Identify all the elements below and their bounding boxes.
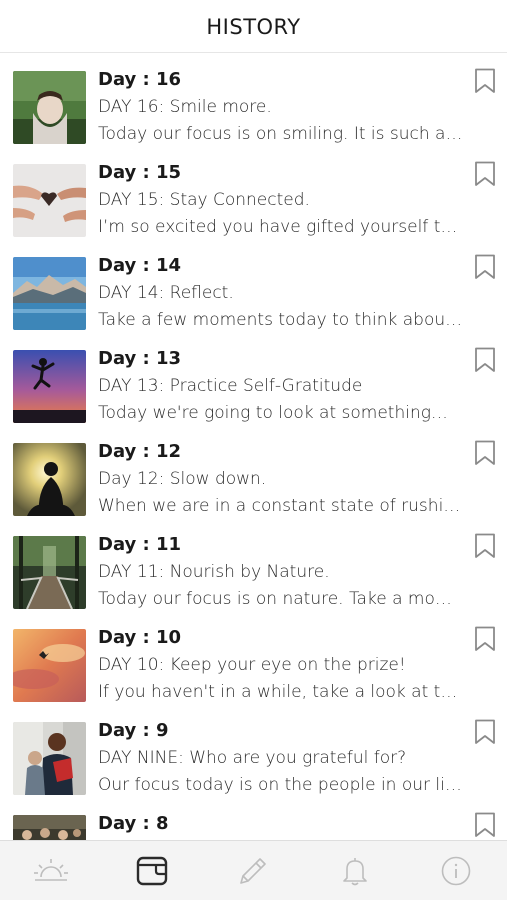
entry-excerpt: Today our focus is on smiling. It is suc… [98, 124, 466, 144]
tab-bar [0, 840, 507, 900]
entry-title: DAY 10: Keep your eye on the prize! [98, 655, 406, 675]
history-item[interactable]: Day : 15 DAY 15: Stay Connected. I’m so … [0, 146, 507, 239]
tab-history[interactable] [134, 853, 170, 889]
bookmark-icon[interactable] [474, 626, 496, 652]
entry-thumbnail [13, 815, 86, 840]
entry-day: Day : 12 [98, 441, 182, 462]
entry-excerpt: Take a few moments today to think about… [98, 310, 466, 330]
entry-excerpt: I’m so excited you have gifted yourself … [98, 217, 466, 237]
bookmark-icon[interactable] [474, 68, 496, 94]
bookmark-icon[interactable] [474, 347, 496, 373]
entry-title: Day 12: Slow down. [98, 469, 267, 489]
bookmark-icon[interactable] [474, 719, 496, 745]
entry-excerpt: If you haven't in a while, take a look a… [98, 682, 466, 702]
entry-title: DAY 11: Nourish by Nature. [98, 562, 330, 582]
entry-thumbnail [13, 164, 86, 237]
page-title: HISTORY [206, 14, 301, 39]
history-item[interactable]: Day : 14 DAY 14: Reflect. Take a few mom… [0, 239, 507, 332]
history-item[interactable]: Day : 9 DAY NINE: Who are you grateful f… [0, 704, 507, 797]
entry-excerpt: When we are in a constant state of rushi… [98, 496, 466, 516]
entry-title: DAY 14: Reflect. [98, 283, 234, 303]
entry-day: Day : 14 [98, 255, 182, 276]
entry-excerpt: Our focus today is on the people in our … [98, 775, 466, 795]
entry-day: Day : 8 [98, 813, 169, 834]
entry-excerpt: Today we're going to look at something… [98, 403, 448, 423]
tab-today[interactable] [33, 853, 69, 889]
entry-excerpt: Today our focus is on nature. Take a mom… [98, 589, 466, 609]
bookmark-icon[interactable] [474, 440, 496, 466]
info-icon [441, 856, 471, 886]
bookmark-icon[interactable] [474, 254, 496, 280]
tab-reminders[interactable] [337, 853, 373, 889]
tab-info[interactable] [438, 853, 474, 889]
bookmark-icon[interactable] [474, 161, 496, 187]
history-item[interactable]: Day : 16 DAY 16: Smile more. Today our f… [0, 53, 507, 146]
entry-thumbnail [13, 722, 86, 795]
entry-thumbnail [13, 536, 86, 609]
bell-icon [343, 858, 367, 886]
bookmark-icon[interactable] [474, 533, 496, 559]
entry-day: Day : 11 [98, 534, 182, 555]
history-item[interactable]: Day : 12 Day 12: Slow down. When we are … [0, 425, 507, 518]
entry-thumbnail [13, 629, 86, 702]
tab-write[interactable] [235, 853, 271, 889]
entry-title: DAY 13: Practice Self-Gratitude [98, 376, 363, 396]
history-item[interactable]: Day : 10 DAY 10: Keep your eye on the pr… [0, 611, 507, 704]
history-item[interactable]: Day : 11 DAY 11: Nourish by Nature. Toda… [0, 518, 507, 611]
history-item[interactable]: Day : 13 DAY 13: Practice Self-Gratitude… [0, 332, 507, 425]
entry-title: DAY 16: Smile more. [98, 97, 272, 117]
header-bar: HISTORY [0, 0, 507, 53]
history-item[interactable]: Day : 8 [0, 797, 507, 840]
entry-thumbnail [13, 257, 86, 330]
entry-day: Day : 13 [98, 348, 182, 369]
entry-thumbnail [13, 443, 86, 516]
entry-thumbnail [13, 71, 86, 144]
bookmark-icon[interactable] [474, 812, 496, 838]
sunrise-icon [34, 859, 68, 881]
entry-day: Day : 16 [98, 69, 182, 90]
history-list[interactable]: Day : 16 DAY 16: Smile more. Today our f… [0, 53, 507, 840]
pencil-icon [240, 858, 266, 884]
entry-title: DAY 15: Stay Connected. [98, 190, 310, 210]
journal-icon [136, 856, 168, 886]
entry-thumbnail [13, 350, 86, 423]
entry-day: Day : 9 [98, 720, 169, 741]
entry-day: Day : 10 [98, 627, 182, 648]
entry-day: Day : 15 [98, 162, 182, 183]
entry-title: DAY NINE: Who are you grateful for? [98, 748, 407, 768]
